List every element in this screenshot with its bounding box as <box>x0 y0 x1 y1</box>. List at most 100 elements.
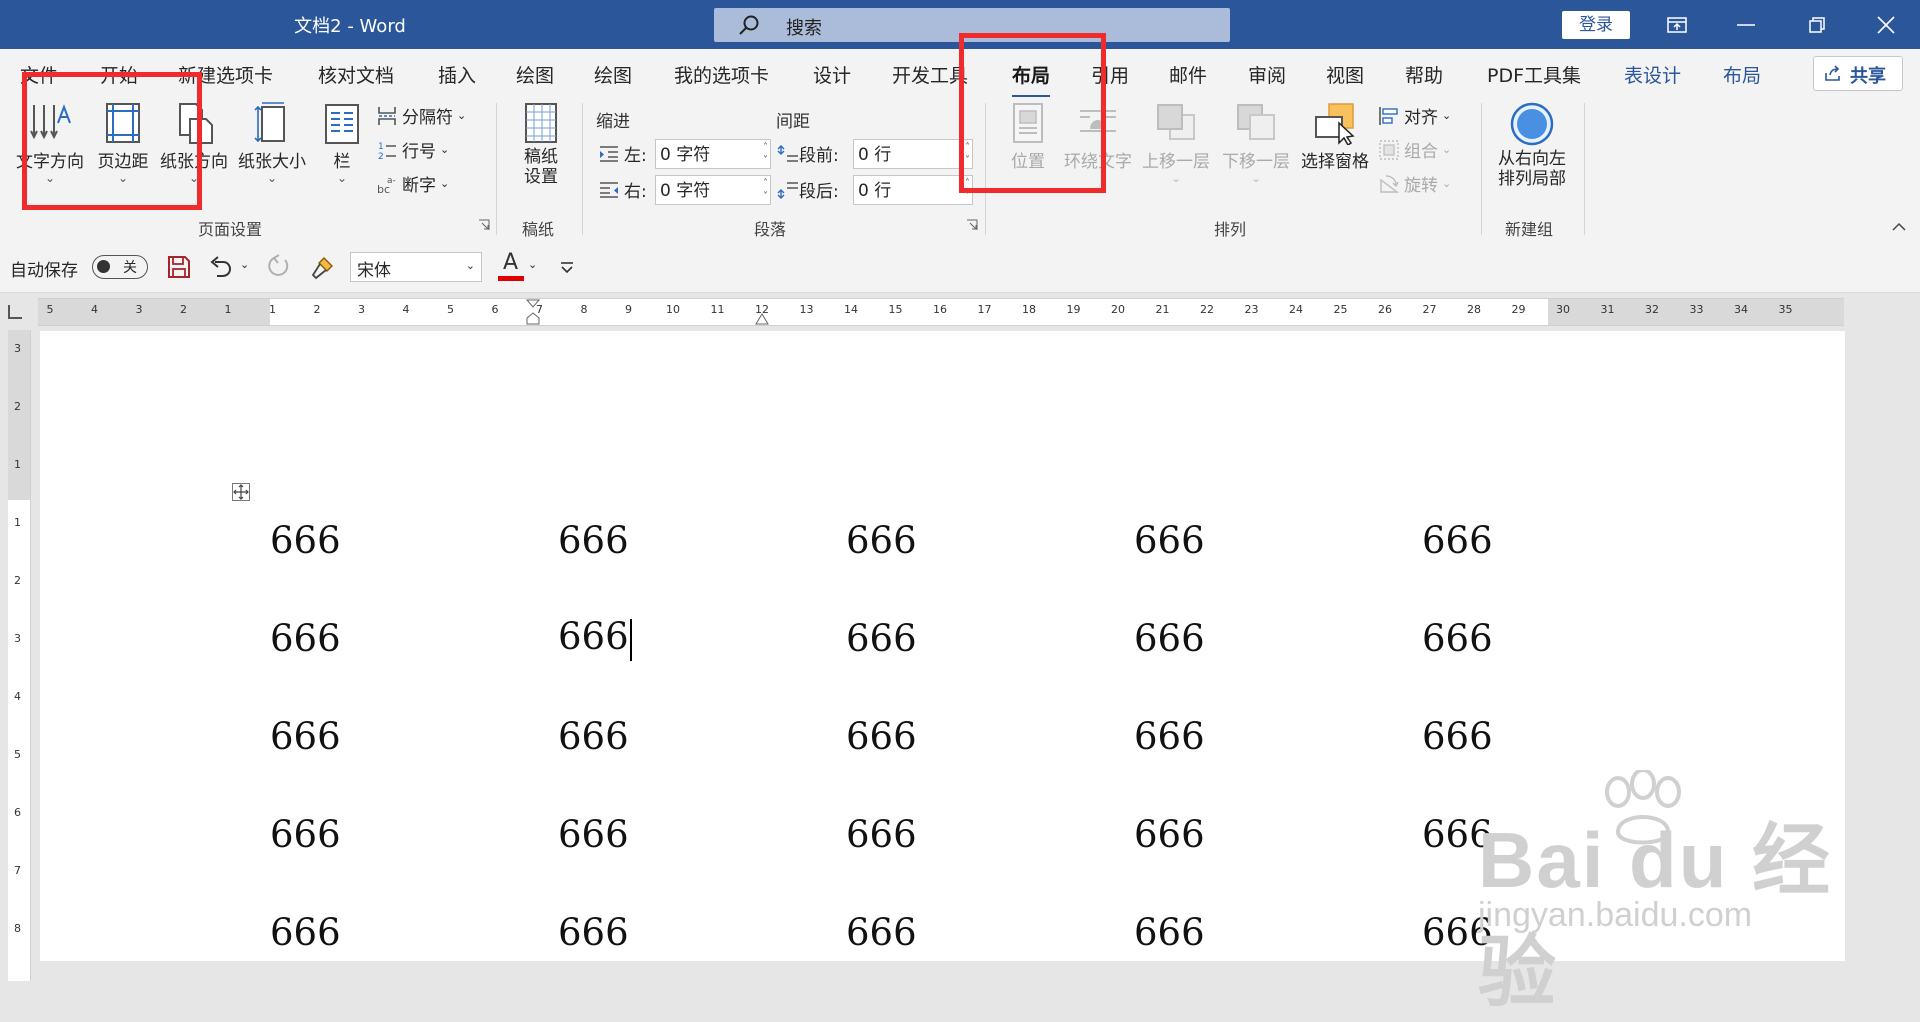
table-cell[interactable]: 666 <box>1107 589 1395 687</box>
rtl-arrange-icon <box>1510 102 1554 146</box>
table-cell[interactable]: 666 <box>243 589 531 687</box>
tab-design[interactable]: 设计 <box>813 61 851 88</box>
tab-draw-2[interactable]: 绘图 <box>594 61 632 88</box>
redo-icon[interactable] <box>265 254 291 280</box>
columns-icon <box>325 104 359 144</box>
ruler-tick-label: 19 <box>1066 303 1081 316</box>
tab-layout[interactable]: 布局 <box>1012 61 1051 98</box>
search-box[interactable]: 搜索 <box>714 8 1230 42</box>
table-cell[interactable]: 666 <box>531 687 819 785</box>
align-icon <box>1379 106 1398 125</box>
font-name-select[interactable]: 宋体 ⌄ <box>350 252 482 282</box>
dialog-launcher-icon[interactable] <box>966 219 978 231</box>
tab-help[interactable]: 帮助 <box>1405 61 1443 88</box>
text-direction-button[interactable]: 文字方向 ⌄ <box>12 101 88 184</box>
undo-icon[interactable] <box>207 254 233 280</box>
tab-table-design[interactable]: 表设计 <box>1624 61 1681 88</box>
tab-my-tab[interactable]: 我的选项卡 <box>674 61 769 88</box>
hyphenation-button[interactable]: bc a- 断字 ⌄ <box>376 171 449 197</box>
tab-home[interactable]: 开始 <box>100 61 138 88</box>
manuscript-icon <box>525 103 557 143</box>
align-button[interactable]: 对齐 ⌄ <box>1378 103 1451 128</box>
send-backward-button[interactable]: 下移一层 ⌄ <box>1218 101 1294 184</box>
restore-icon[interactable] <box>1786 0 1848 49</box>
group-button[interactable]: 组合 ⌄ <box>1378 137 1451 162</box>
login-button[interactable]: 登录 <box>1562 11 1630 39</box>
table-cell[interactable]: 666 <box>819 589 1107 687</box>
table-cell[interactable]: 666 <box>531 785 819 883</box>
tab-draw[interactable]: 绘图 <box>516 61 554 88</box>
customize-qat-icon[interactable] <box>558 254 576 280</box>
tab-check-document[interactable]: 核对文档 <box>318 61 394 88</box>
indent-left-icon <box>600 145 618 162</box>
ruler-tick-label: 29 <box>1511 303 1526 316</box>
horizontal-ruler[interactable]: 5 4 3 2 1 1 2 3 4 5 6 7 8 9 10 11 12 13 14 15 16 17 18 19 20 21 22… <box>38 298 1844 326</box>
table-cell[interactable]: 666 <box>819 883 1107 961</box>
table-cell[interactable]: 666 <box>1107 785 1395 883</box>
position-button[interactable]: 位置 <box>1000 101 1056 172</box>
close-icon[interactable] <box>1855 0 1917 49</box>
tab-insert[interactable]: 插入 <box>438 61 476 88</box>
undo-dropdown-icon[interactable]: ⌄ <box>240 258 249 271</box>
table-cell[interactable]: 666 <box>243 687 531 785</box>
table-cell[interactable]: 666 <box>243 491 531 589</box>
indent-left-input[interactable]: 0 字符 ˄ ˅ <box>655 139 771 169</box>
tab-mailings[interactable]: 邮件 <box>1169 61 1207 88</box>
baidu-watermark: Bai du 经验 jingyan.baidu.com <box>1468 770 1888 1016</box>
spinner-icon[interactable]: ˄ ˅ <box>965 141 970 167</box>
tab-pdf-tools[interactable]: PDF工具集 <box>1487 61 1581 88</box>
tab-selector-icon[interactable] <box>8 305 22 319</box>
orientation-button[interactable]: 纸张方向 ⌄ <box>156 101 232 184</box>
collapse-ribbon-icon[interactable] <box>1892 222 1906 232</box>
manuscript-settings-button[interactable]: 稿纸 设置 <box>510 101 572 187</box>
dialog-launcher-icon[interactable] <box>478 219 490 231</box>
rtl-arrange-button[interactable]: 从右向左 排列局部 <box>1488 101 1576 189</box>
size-button[interactable]: 纸张大小 ⌄ <box>234 101 310 184</box>
rotate-button[interactable]: 旋转 ⌄ <box>1378 171 1451 196</box>
bring-forward-button[interactable]: 上移一层 ⌄ <box>1138 101 1214 184</box>
table-cell[interactable]: 666 <box>1395 491 1683 589</box>
table-cell[interactable]: 666 <box>243 883 531 961</box>
vertical-ruler[interactable]: 3 2 1 1 2 3 4 5 6 7 8 <box>8 330 31 981</box>
table-cell[interactable]: 666 <box>1395 589 1683 687</box>
space-after-input[interactable]: 0 行 ˄ ˅ <box>853 175 973 205</box>
table-cell[interactable]: 666 <box>531 491 819 589</box>
ruler-tick-label: 4 <box>14 690 21 703</box>
indent-right-input[interactable]: 0 字符 ˄ ˅ <box>655 175 771 205</box>
table-cell[interactable]: 666 <box>1107 687 1395 785</box>
tab-developer[interactable]: 开发工具 <box>892 61 968 88</box>
space-before-input[interactable]: 0 行 ˄ ˅ <box>853 139 973 169</box>
table-cell-active[interactable]: 666 <box>531 589 819 687</box>
format-painter-icon[interactable] <box>310 254 336 280</box>
font-color-dropdown-icon[interactable]: ⌄ <box>528 258 537 271</box>
tab-references[interactable]: 引用 <box>1091 61 1129 88</box>
minimize-icon[interactable] <box>1715 0 1777 49</box>
table-cell[interactable]: 666 <box>819 687 1107 785</box>
ruler-tick-label: 31 <box>1600 303 1615 316</box>
tab-new-tab[interactable]: 新建选项卡 <box>178 61 273 88</box>
breaks-button[interactable]: 分隔符 ⌄ <box>376 103 466 128</box>
table-cell[interactable]: 666 <box>1107 883 1395 961</box>
tab-view[interactable]: 视图 <box>1326 61 1364 88</box>
columns-button[interactable]: 栏 ⌄ <box>318 101 366 184</box>
line-numbers-button[interactable]: 12 行号 ⌄ <box>376 137 449 163</box>
spinner-icon[interactable]: ˄ ˅ <box>965 177 970 203</box>
ribbon-display-icon[interactable] <box>1646 0 1708 49</box>
spinner-icon[interactable]: ˄ ˅ <box>763 141 768 167</box>
table-cell[interactable]: 666 <box>819 491 1107 589</box>
tab-review[interactable]: 审阅 <box>1248 61 1286 88</box>
share-button[interactable]: 共享 <box>1813 56 1903 91</box>
autosave-toggle[interactable]: 关 <box>92 255 148 279</box>
table-cell[interactable]: 666 <box>819 785 1107 883</box>
margins-button[interactable]: 页边距 ⌄ <box>92 101 154 184</box>
spinner-icon[interactable]: ˄ ˅ <box>763 177 768 203</box>
table-cell[interactable]: 666 <box>1107 491 1395 589</box>
wrap-text-button[interactable]: 环绕文字 <box>1060 101 1136 172</box>
tab-table-layout[interactable]: 布局 <box>1723 61 1761 88</box>
save-icon[interactable] <box>166 254 192 280</box>
selection-pane-button[interactable]: 选择窗格 <box>1298 101 1372 172</box>
table-cell[interactable]: 666 <box>531 883 819 961</box>
tab-file[interactable]: 文件 <box>20 61 58 88</box>
table-cell[interactable]: 666 <box>243 785 531 883</box>
font-color-button[interactable]: A <box>498 250 524 282</box>
